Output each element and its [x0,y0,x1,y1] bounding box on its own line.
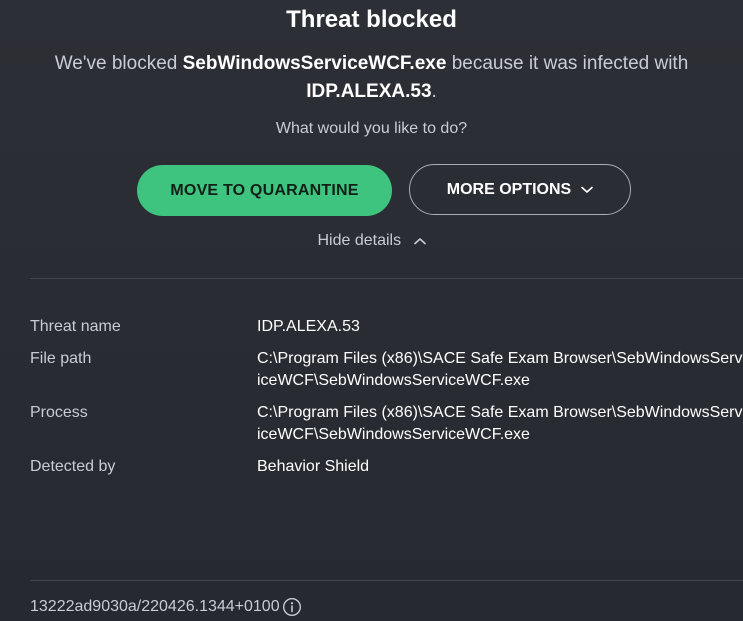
chevron-down-icon [581,186,594,194]
detail-label: Detected by [30,458,116,475]
blocked-file-name: SebWindowsServiceWCF.exe [182,53,447,74]
build-id: 13222ad9030a/220426.1344+0100 [30,598,280,615]
message-suffix: . [431,81,437,102]
detail-value: Behavior Shield [257,458,370,475]
info-icon[interactable] [282,597,302,617]
build-footer: 13222ad9030a/220426.1344+0100 [30,597,302,617]
threat-message: We've blocked SebWindowsServiceWCF.exe b… [30,50,713,106]
dialog-title: Threat blocked [286,6,457,33]
move-to-quarantine-button[interactable]: MOVE TO QUARANTINE [137,165,392,216]
detail-label: File path [30,350,92,367]
hide-details-toggle[interactable]: Hide details [0,232,743,250]
message-threat-name: IDP.ALEXA.53 [306,81,432,102]
more-options-label: MORE OPTIONS [446,180,572,198]
details-divider-top [30,278,743,279]
chevron-up-icon [413,232,426,250]
threat-blocked-dialog: Threat blocked We've blocked SebWindowsS… [0,0,743,621]
detail-row-process: Process C:\Program Files (x86)\SACE Safe… [30,402,743,446]
details-divider-bottom [30,580,743,581]
action-prompt: What would you like to do? [275,120,468,137]
detail-value: C:\Program Files (x86)\SACE Safe Exam Br… [257,350,743,389]
detail-row-file-path: File path C:\Program Files (x86)\SACE Sa… [30,348,743,392]
threat-details: Threat name IDP.ALEXA.53 File path C:\Pr… [30,316,743,488]
move-to-quarantine-label: MOVE TO QUARANTINE [170,181,359,199]
detail-row-detected-by: Detected by Behavior Shield [30,456,743,478]
message-prefix: We've blocked [54,53,183,74]
detail-value: C:\Program Files (x86)\SACE Safe Exam Br… [257,404,743,443]
hide-details-label: Hide details [317,232,402,250]
detail-label: Process [30,404,88,421]
detail-label: Threat name [30,318,121,335]
detail-value: IDP.ALEXA.53 [257,318,360,335]
more-options-button[interactable]: MORE OPTIONS [409,164,631,215]
detail-row-threat-name: Threat name IDP.ALEXA.53 [30,316,743,338]
message-middle: because it was infected with [446,53,689,74]
